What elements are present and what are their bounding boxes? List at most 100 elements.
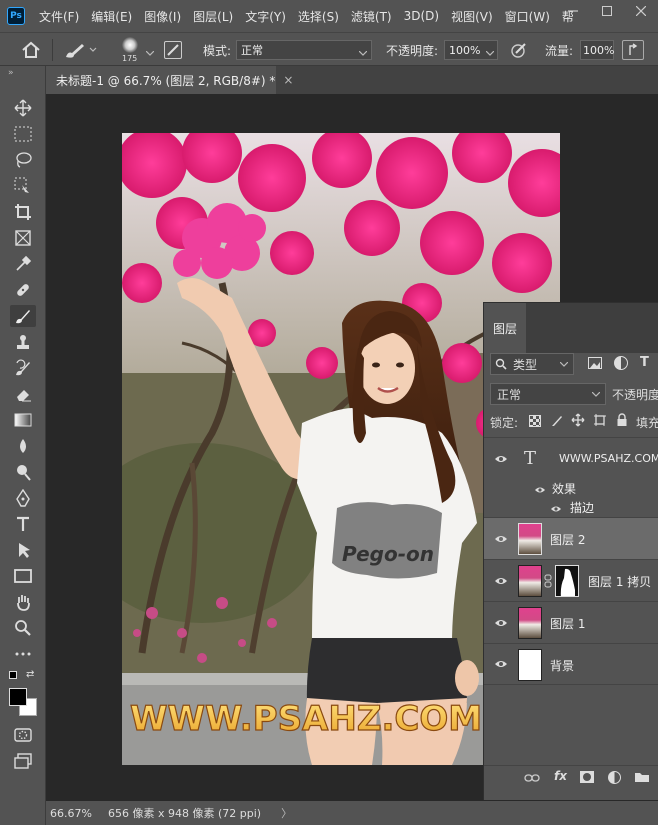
- brush-preview[interactable]: 175: [116, 35, 146, 65]
- menu-image[interactable]: 图像(I): [138, 8, 187, 25]
- layer-row-background[interactable]: 背景: [484, 643, 658, 685]
- layer-name[interactable]: 图层 1 拷贝: [588, 573, 651, 590]
- swap-colors-icon[interactable]: ⇄: [26, 669, 34, 680]
- blend-mode-select[interactable]: 正常: [490, 383, 606, 405]
- airbrush-icon[interactable]: [622, 40, 644, 60]
- frame-tool-icon[interactable]: [10, 227, 36, 249]
- opacity-input[interactable]: 100%: [444, 40, 498, 60]
- filter-adjustment-icon[interactable]: [614, 356, 628, 370]
- eye-icon[interactable]: [493, 573, 509, 589]
- layer-thumbnail: [518, 607, 542, 639]
- new-adjustment-layer-icon[interactable]: [608, 771, 621, 784]
- more-tools-icon[interactable]: [10, 643, 36, 665]
- lock-artboard-icon[interactable]: [593, 413, 607, 430]
- link-layers-icon[interactable]: [524, 772, 540, 786]
- layer-effects-row[interactable]: 效果: [484, 479, 658, 497]
- flow-label: 流量:: [545, 44, 574, 58]
- eyedropper-tool-icon[interactable]: [10, 253, 36, 275]
- layers-panel: 图层 类型 T 正常 不透明度 锁定: 填充 T WWW.PSAHZ.COM 效…: [483, 302, 658, 800]
- foreground-color-swatch[interactable]: [9, 688, 27, 706]
- quick-selection-tool-icon[interactable]: [10, 175, 36, 197]
- eye-icon[interactable]: [493, 615, 509, 631]
- eraser-tool-icon[interactable]: [10, 383, 36, 405]
- mode-select[interactable]: 正常: [236, 40, 372, 60]
- marquee-tool-icon[interactable]: [10, 123, 36, 145]
- home-icon[interactable]: [20, 41, 42, 59]
- crop-tool-icon[interactable]: [10, 201, 36, 223]
- lock-transparent-icon[interactable]: [529, 415, 541, 427]
- hand-tool-icon[interactable]: [10, 591, 36, 613]
- link-icon[interactable]: [544, 574, 552, 591]
- layer-row-text[interactable]: T WWW.PSAHZ.COM: [484, 437, 658, 479]
- layer-row[interactable]: 图层 1 拷贝: [484, 559, 658, 601]
- type-tool-icon[interactable]: [10, 513, 36, 535]
- layer-row-selected[interactable]: 图层 2: [484, 517, 658, 559]
- fill-label: 填充: [636, 416, 658, 430]
- document-tab-bar: 未标题-1 @ 66.7% (图层 2, RGB/8#) * ×: [46, 66, 658, 94]
- pen-tool-icon[interactable]: [10, 487, 36, 509]
- add-mask-icon[interactable]: [580, 771, 594, 783]
- minimize-button[interactable]: [556, 0, 590, 22]
- flow-input[interactable]: 100%: [580, 40, 614, 60]
- eye-icon[interactable]: [534, 483, 546, 497]
- layer-name[interactable]: 图层 1: [550, 615, 585, 632]
- menu-type[interactable]: 文字(Y): [239, 8, 292, 25]
- close-tab-icon[interactable]: ×: [283, 73, 293, 87]
- layer-mask-thumbnail[interactable]: [555, 565, 579, 597]
- mask-hole: [583, 773, 591, 781]
- default-colors-icon[interactable]: [9, 671, 17, 679]
- filter-type-icon[interactable]: T: [640, 355, 649, 370]
- maximize-button[interactable]: [590, 0, 624, 22]
- menu-3d[interactable]: 3D(D): [398, 9, 445, 23]
- lock-all-icon[interactable]: [616, 413, 628, 430]
- brush-settings-panel-icon[interactable]: [164, 41, 182, 59]
- layer-name[interactable]: 背景: [550, 657, 574, 674]
- chevron-down-icon[interactable]: [145, 46, 155, 56]
- layer-row[interactable]: 图层 1: [484, 601, 658, 643]
- blur-tool-icon[interactable]: [10, 435, 36, 457]
- document-tab[interactable]: 未标题-1 @ 66.7% (图层 2, RGB/8#) * ×: [46, 66, 293, 94]
- layer-name[interactable]: WWW.PSAHZ.COM: [559, 452, 658, 465]
- menu-select[interactable]: 选择(S): [292, 8, 345, 25]
- brush-tool-icon[interactable]: [10, 305, 36, 327]
- dodge-tool-icon[interactable]: [10, 461, 36, 483]
- menu-view[interactable]: 视图(V): [445, 8, 499, 25]
- lasso-tool-icon[interactable]: [10, 149, 36, 171]
- close-window-button[interactable]: [624, 0, 658, 22]
- menu-edit[interactable]: 编辑(E): [85, 8, 138, 25]
- layer-filter-select[interactable]: 类型: [490, 353, 574, 375]
- menu-file[interactable]: 文件(F): [33, 8, 85, 25]
- quick-mask-icon[interactable]: [10, 724, 36, 746]
- brush-tool-preset-icon[interactable]: [62, 40, 98, 60]
- lock-position-icon[interactable]: [571, 413, 585, 430]
- healing-brush-tool-icon[interactable]: [10, 279, 36, 301]
- gradient-tool-icon[interactable]: [10, 409, 36, 431]
- eye-icon[interactable]: [493, 451, 509, 467]
- layer-name[interactable]: 图层 2: [550, 531, 585, 548]
- zoom-tool-icon[interactable]: [10, 617, 36, 639]
- eye-icon[interactable]: [493, 656, 509, 672]
- path-selection-tool-icon[interactable]: [10, 539, 36, 561]
- status-info-arrow-icon[interactable]: 〉: [281, 805, 292, 821]
- eye-icon[interactable]: [550, 502, 562, 516]
- eye-icon[interactable]: [493, 531, 509, 547]
- watermark-text: WWW.PSAHZ.COM: [130, 699, 482, 739]
- lock-paint-icon[interactable]: [550, 413, 564, 430]
- new-group-icon[interactable]: [634, 771, 650, 786]
- screen-mode-icon[interactable]: [10, 750, 36, 772]
- pressure-opacity-icon[interactable]: [509, 41, 529, 59]
- collapse-toolbar-icon[interactable]: »: [8, 68, 14, 78]
- filter-image-icon[interactable]: [588, 357, 602, 369]
- stroke-effect-label: 描边: [570, 501, 595, 515]
- clone-stamp-tool-icon[interactable]: [10, 331, 36, 353]
- menu-filter[interactable]: 滤镜(T): [345, 8, 398, 25]
- layers-tab[interactable]: 图层: [484, 303, 526, 353]
- menu-layer[interactable]: 图层(L): [187, 8, 239, 25]
- history-brush-tool-icon[interactable]: [10, 357, 36, 379]
- move-tool-icon[interactable]: [10, 97, 36, 119]
- add-layer-style-icon[interactable]: fx: [554, 769, 567, 783]
- zoom-level[interactable]: 66.67%: [50, 807, 104, 820]
- menu-window[interactable]: 窗口(W): [499, 8, 556, 25]
- stroke-effect-row[interactable]: 描边: [484, 497, 658, 517]
- rectangle-tool-icon[interactable]: [10, 565, 36, 587]
